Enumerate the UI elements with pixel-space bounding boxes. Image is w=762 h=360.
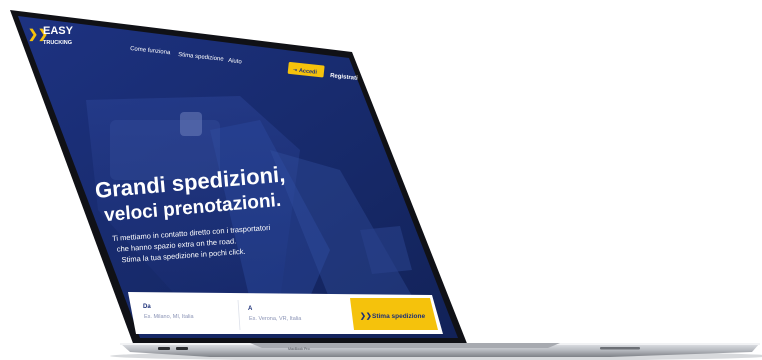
from-field-placeholder: Es. Milano, MI, Italia (144, 314, 194, 320)
logo-text-secondary: TRUCKING (43, 40, 72, 46)
usb-port-icon (176, 347, 188, 350)
device-model-label: MacBook Pro (288, 347, 310, 351)
from-field-label: Da (143, 304, 151, 310)
usb-port-icon (158, 347, 170, 350)
macbook-mockup: ❯❯ EASY TRUCKING Come funziona Stima spe… (0, 0, 762, 360)
trackpad-notch (600, 347, 640, 350)
to-field-placeholder: Es. Verona, VR, Italia (249, 316, 302, 322)
login-icon: ⇥ (293, 67, 298, 73)
to-field-label: A (248, 306, 253, 312)
estimate-shipment-label: Stima spedizione (372, 313, 425, 320)
logo-text-primary: EASY (43, 25, 74, 37)
estimate-shipment-button[interactable]: ❯❯ Stima spedizione (350, 298, 438, 330)
chevron-double-icon: ❯❯ (360, 312, 372, 320)
shipment-search-bar: Da Es. Milano, MI, Italia A Es. Verona, … (128, 292, 443, 334)
laptop-illustration: ❯❯ EASY TRUCKING Come funziona Stima spe… (10, 10, 762, 360)
